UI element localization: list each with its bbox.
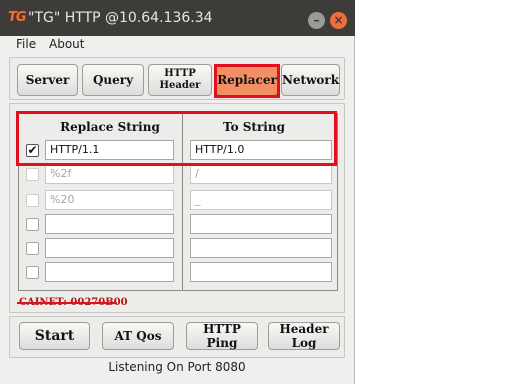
row-1-to-input[interactable]: HTTP/1.0 — [190, 140, 332, 160]
row-6-to-input[interactable] — [190, 262, 332, 282]
row-3-to-input[interactable]: _ — [190, 190, 332, 210]
menu-bar: File About — [0, 36, 354, 54]
tab-replacer[interactable]: Replacer — [216, 64, 278, 96]
row-4-checkbox[interactable] — [26, 218, 39, 231]
row-2-replace-input[interactable]: %2f — [45, 164, 174, 184]
tab-server[interactable]: Server — [17, 64, 78, 96]
menu-about[interactable]: About — [49, 37, 84, 51]
tab-http-header-line1: HTTP — [164, 68, 196, 79]
title-bar[interactable]: TG "TG" HTTP @10.64.136.34 – × — [0, 0, 355, 36]
row-4-to-input[interactable] — [190, 214, 332, 234]
row-2-to-input[interactable]: / — [190, 164, 332, 184]
row-4-replace-input[interactable] — [45, 214, 174, 234]
header-log-button[interactable]: Header Log — [268, 322, 340, 350]
menu-file[interactable]: File — [16, 37, 36, 51]
row-5-to-input[interactable] — [190, 238, 332, 258]
close-icon[interactable]: × — [330, 12, 347, 29]
row-1-replace-input[interactable]: HTTP/1.1 — [45, 140, 174, 160]
row-3-checkbox[interactable] — [26, 194, 39, 207]
tab-http-header[interactable]: HTTP Header — [148, 64, 212, 96]
tab-query[interactable]: Query — [82, 64, 144, 96]
start-button[interactable]: Start — [19, 322, 90, 350]
tab-http-header-line2: Header — [159, 80, 201, 91]
row-2-checkbox[interactable] — [26, 168, 39, 181]
tab-network[interactable]: Network — [281, 64, 340, 96]
row-5-checkbox[interactable] — [26, 242, 39, 255]
at-qos-button[interactable]: AT Qos — [102, 322, 174, 350]
status-bar-text: Listening On Port 8080 — [108, 360, 246, 374]
column-divider — [182, 114, 183, 290]
app-logo-icon: TG — [8, 10, 27, 25]
row-5-replace-input[interactable] — [45, 238, 174, 258]
row-1-checkbox[interactable]: ✔ — [26, 144, 39, 157]
watermark-strikeout — [17, 302, 117, 304]
to-string-header: To String — [223, 120, 285, 134]
http-ping-button[interactable]: HTTP Ping — [186, 322, 258, 350]
row-6-checkbox[interactable] — [26, 266, 39, 279]
minimize-icon[interactable]: – — [308, 12, 325, 29]
replace-string-header: Replace String — [60, 120, 160, 134]
row-3-replace-input[interactable]: %20 — [45, 190, 174, 210]
window-title: "TG" HTTP @10.64.136.34 — [28, 10, 213, 26]
row-6-replace-input[interactable] — [45, 262, 174, 282]
